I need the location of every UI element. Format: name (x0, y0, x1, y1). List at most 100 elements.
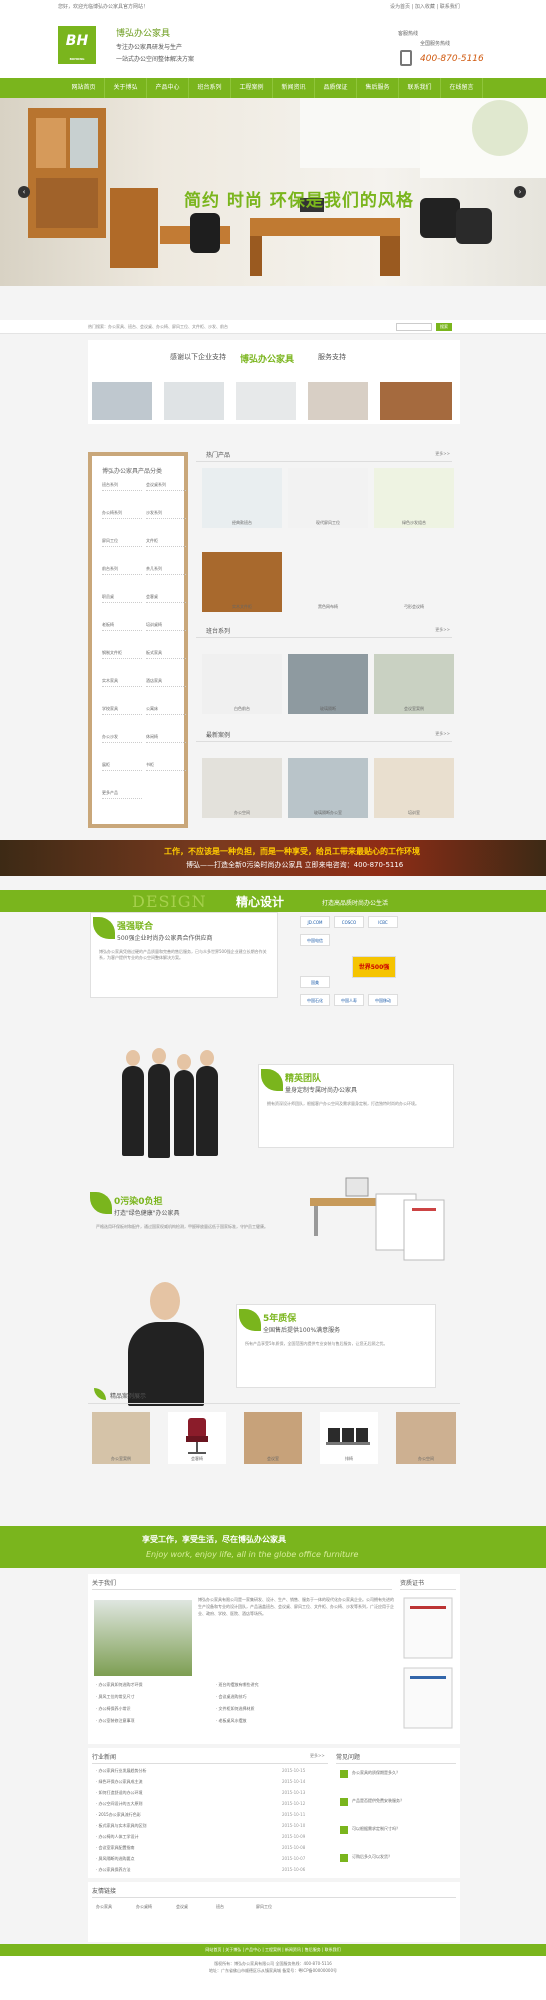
news-item[interactable]: · 绿色环保办公家具成主流 (96, 1779, 246, 1785)
case-thumb[interactable] (164, 382, 224, 420)
nav-item[interactable]: 品质保证 (315, 78, 357, 98)
nav-item[interactable]: 关于博弘 (105, 78, 147, 98)
about-link[interactable]: · 文件柜如何选择材质 (216, 1706, 255, 1712)
sidebar-item[interactable]: 钢制文件柜 (102, 650, 142, 659)
news-item[interactable]: · 办公空间设计的五大原则 (96, 1801, 246, 1807)
sidebar-item[interactable]: 书柜 (146, 762, 186, 771)
product-card[interactable]: 会议室案例 (374, 654, 454, 714)
case-thumb[interactable] (92, 382, 152, 420)
nav-item[interactable]: 新闻资讯 (273, 78, 315, 98)
product-label: 玻璃隔断办公室 (314, 810, 342, 815)
product-card[interactable]: 实木文件柜 (202, 552, 282, 612)
news-date: 2015-10-06 (282, 1867, 306, 1872)
promo-banner[interactable]: 工作，不应该是一种负担，而是一种享受，给员工带来最贴心的工作环境 博弘——打造全… (0, 840, 546, 876)
news-more-link[interactable]: 更多>> (310, 1753, 325, 1759)
sidebar-item[interactable]: 会客桌 (146, 594, 186, 603)
nav-item[interactable]: 联系我们 (399, 78, 441, 98)
sidebar-item[interactable]: 办公沙发 (102, 734, 142, 743)
sidebar-item[interactable]: 沙发系列 (146, 510, 186, 519)
faq-item[interactable]: 订购后多久可以发货？ (352, 1854, 456, 1860)
nav-item[interactable]: 网站首页 (63, 78, 105, 98)
product-card[interactable]: 培训室 (374, 758, 454, 818)
friend-link[interactable]: 会议桌 (176, 1904, 188, 1910)
product-card[interactable]: 玻璃隔断办公室 (288, 758, 368, 818)
more-link[interactable]: 更多>> (435, 451, 450, 457)
about-link[interactable]: · 办公家具如何选购才环保 (96, 1682, 143, 1688)
case-item[interactable]: 排椅 (320, 1412, 378, 1464)
sidebar-item[interactable]: 更多产品 (102, 790, 142, 799)
sidebar-item[interactable]: 培训桌椅 (146, 622, 186, 631)
bench-illustration (326, 1428, 370, 1445)
news-item[interactable]: · 办公家具行业发展趋势分析 (96, 1768, 246, 1774)
friend-link[interactable]: 办公桌椅 (136, 1904, 152, 1910)
product-card[interactable]: 现代屏风工位 (288, 468, 368, 528)
sidebar-item[interactable]: 展柜 (102, 762, 142, 771)
case-thumb[interactable] (380, 382, 452, 420)
sidebar-item[interactable]: 公寓床 (146, 706, 186, 715)
product-card[interactable]: 办公空间 (202, 758, 282, 818)
nav-item[interactable]: 班台系列 (189, 78, 231, 98)
friend-link[interactable]: 班台 (216, 1904, 224, 1910)
sidebar-item[interactable]: 酒店家具 (146, 678, 186, 687)
banner-prev-icon[interactable]: ‹ (18, 186, 30, 198)
case-thumb[interactable] (236, 382, 296, 420)
nav-item[interactable]: 售后服务 (357, 78, 399, 98)
faq-item[interactable]: 产品是否提供免费安装服务？ (352, 1798, 456, 1804)
hero-banner[interactable]: 简约 时尚 环保是我们的风格 ‹ › (0, 98, 546, 286)
product-card[interactable]: 经典款班台 (202, 468, 282, 528)
news-item[interactable]: · 板式家具与实木家具的区别 (96, 1823, 246, 1829)
case-item[interactable]: 办公室案例 (92, 1412, 150, 1464)
case-item[interactable]: 会客椅 (168, 1412, 226, 1464)
about-link[interactable]: · 班台的摆放有哪些讲究 (216, 1682, 259, 1688)
nav-item[interactable]: 工程案例 (231, 78, 273, 98)
search-button[interactable]: 搜索 (436, 323, 452, 331)
sidebar-item[interactable]: 老板椅 (102, 622, 142, 631)
banner-next-icon[interactable]: › (514, 186, 526, 198)
case-item[interactable]: 会议室 (244, 1412, 302, 1464)
top-links[interactable]: 设为首页 | 加入收藏 | 联系我们 (390, 3, 460, 10)
faq-item[interactable]: 办公家具的质保期是多久？ (352, 1770, 456, 1776)
sidebar-item[interactable]: 文件柜 (146, 538, 186, 547)
sidebar-item[interactable]: 会议桌系列 (146, 482, 186, 491)
product-card[interactable]: 白色前台 (202, 654, 282, 714)
sidebar-item[interactable]: 板式家具 (146, 650, 186, 659)
product-card[interactable]: 黑色网布椅 (288, 552, 368, 612)
case-item[interactable]: 办公空间 (396, 1412, 456, 1464)
about-link[interactable]: · 屏风工位的常见尺寸 (96, 1694, 135, 1700)
more-link[interactable]: 更多>> (435, 731, 450, 737)
friend-link[interactable]: 屏风工位 (256, 1904, 272, 1910)
faq-item[interactable]: 可以根据需求定制尺寸吗？ (352, 1826, 456, 1832)
nav-item[interactable]: 在线留言 (441, 78, 483, 98)
sidebar-item[interactable]: 前台系列 (102, 566, 142, 575)
about-link[interactable]: · 办公椅保养小常识 (96, 1706, 131, 1712)
product-card[interactable]: 弓形会议椅 (374, 552, 454, 612)
news-item[interactable]: · 2015办公家具流行色彩 (96, 1812, 246, 1818)
footer-nav[interactable]: 网站首页 | 关于博弘 | 产品中心 | 工程案例 | 新闻资讯 | 售后服务 … (0, 1944, 546, 1956)
sidebar-item[interactable]: 茶几系列 (146, 566, 186, 575)
sidebar-item[interactable]: 休闲椅 (146, 734, 186, 743)
sidebar-item[interactable]: 办公椅系列 (102, 510, 142, 519)
search-input[interactable] (396, 323, 432, 331)
sidebar-item[interactable]: 班台系列 (102, 482, 142, 491)
case-thumb[interactable] (308, 382, 368, 420)
nav-item[interactable]: 产品中心 (147, 78, 189, 98)
news-item[interactable]: · 如何打造舒适的办公环境 (96, 1790, 246, 1796)
product-card[interactable]: 绿色沙发组合 (374, 468, 454, 528)
product-card[interactable]: 玻璃隔断 (288, 654, 368, 714)
sidebar-item[interactable]: 职员桌 (102, 594, 142, 603)
sidebar-item[interactable]: 实木家具 (102, 678, 142, 687)
sidebar-item[interactable]: 学校家具 (102, 706, 142, 715)
more-link[interactable]: 更多>> (435, 627, 450, 633)
header: BH BOHONG 博弘办公家具 专注办公家具研发与生产 一站式办公空间整体解决… (0, 12, 546, 78)
about-link[interactable]: · 办公室装修注意事项 (96, 1718, 135, 1724)
about-link[interactable]: · 会议桌选购技巧 (216, 1694, 247, 1700)
news-item[interactable]: · 屏风隔断的选购要点 (96, 1856, 246, 1862)
hot-keywords[interactable]: 热门搜索：办公家具、班台、会议桌、办公椅、屏风工位、文件柜、沙发、前台 (88, 324, 228, 330)
news-item[interactable]: · 会议室家具配置指南 (96, 1845, 246, 1851)
about-link[interactable]: · 老板桌风水摆放 (216, 1718, 247, 1724)
logo[interactable]: BH BOHONG (58, 26, 96, 64)
news-item[interactable]: · 办公家具保养方法 (96, 1867, 246, 1873)
friend-link[interactable]: 办公家具 (96, 1904, 112, 1910)
sidebar-item[interactable]: 屏风工位 (102, 538, 142, 547)
news-item[interactable]: · 办公椅的人体工学设计 (96, 1834, 246, 1840)
